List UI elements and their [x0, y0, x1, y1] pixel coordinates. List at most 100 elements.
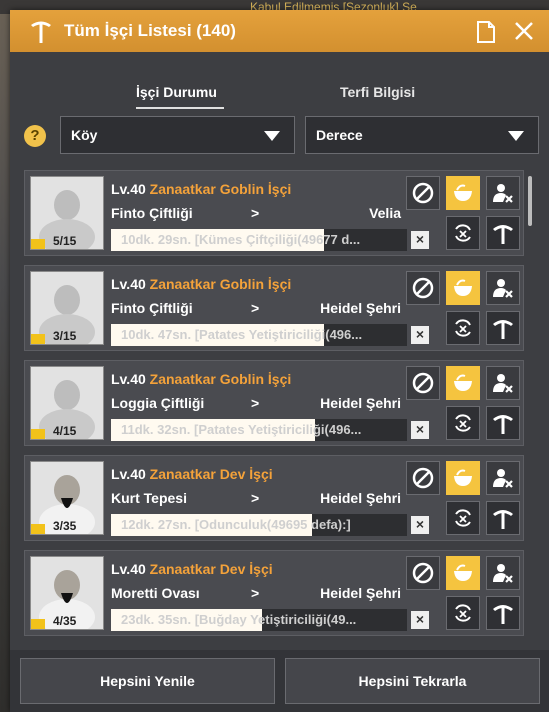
grade-dropdown-label: Derece: [316, 127, 363, 143]
worker-destination: Velia: [369, 205, 401, 221]
chevron-down-icon: [264, 131, 280, 141]
cancel-circle-icon[interactable]: [406, 271, 440, 305]
task-text: 23dk. 35sn. [Buğday Yetiştiriciliği(49..…: [121, 612, 357, 627]
route-arrow: >: [251, 490, 260, 506]
cancel-circle-icon[interactable]: [406, 366, 440, 400]
cancel-circle-icon[interactable]: [406, 176, 440, 210]
worker-origin: Finto Çiftliği: [111, 300, 193, 316]
chevron-down-icon: [508, 131, 524, 141]
worker-type: Zanaatkar Dev İşçi: [149, 466, 273, 482]
tab-worker-status[interactable]: İşçi Durumu: [136, 84, 217, 100]
pickaxe-icon[interactable]: [486, 596, 520, 630]
food-bowl-icon[interactable]: [446, 176, 480, 210]
worker-level-line: Lv.40 Zanaatkar Dev İşçi: [111, 466, 273, 482]
repeat-icon[interactable]: [446, 501, 480, 535]
footer: Hepsini Yenile Hepsini Tekrarla: [10, 650, 549, 712]
task-progress-bar: 10dk. 47sn. [Patates Yetiştiriciliği(496…: [111, 324, 407, 346]
worker-stamina-count: 3/35: [53, 519, 77, 533]
worker-level: Lv.40: [111, 276, 150, 292]
route-arrow: >: [251, 300, 260, 316]
task-text: 10dk. 47sn. [Patates Yetiştiriciliği(496…: [121, 327, 363, 342]
worker-portrait: 5/15: [30, 176, 104, 250]
worker-grade-mark: [31, 429, 45, 439]
worker-type: Zanaatkar Dev İşçi: [149, 561, 273, 577]
task-text: 11dk. 32sn. [Patates Yetiştiriciliği(496…: [121, 422, 362, 437]
worker-portrait: 3/35: [30, 461, 104, 535]
worker-destination: Heidel Şehri: [320, 490, 401, 506]
worker-level: Lv.40: [111, 561, 150, 577]
title-bar[interactable]: Tüm İşçi Listesi (140): [10, 10, 549, 52]
worker-level-line: Lv.40 Zanaatkar Goblin İşçi: [111, 371, 291, 387]
route-arrow: >: [251, 205, 260, 221]
cancel-task-button[interactable]: ×: [411, 326, 429, 344]
worker-card[interactable]: 3/35 Lv.40 Zanaatkar Dev İşçi Kurt Tepes…: [24, 455, 524, 541]
cancel-circle-icon[interactable]: [406, 556, 440, 590]
worker-pickaxe-icon: [31, 21, 51, 43]
refresh-all-button[interactable]: Hepsini Yenile: [20, 658, 275, 704]
worker-origin: Kurt Tepesi: [111, 490, 187, 506]
dismiss-worker-icon[interactable]: [486, 556, 520, 590]
cancel-task-button[interactable]: ×: [411, 611, 429, 629]
worker-level-line: Lv.40 Zanaatkar Dev İşçi: [111, 561, 273, 577]
worker-stamina-count: 4/35: [53, 614, 77, 628]
worker-card[interactable]: 4/15 Lv.40 Zanaatkar Goblin İşçi Loggia …: [24, 360, 524, 446]
repeat-icon[interactable]: [446, 596, 480, 630]
repeat-all-button[interactable]: Hepsini Tekrarla: [285, 658, 540, 704]
dismiss-worker-icon[interactable]: [486, 176, 520, 210]
dismiss-worker-icon[interactable]: [486, 271, 520, 305]
food-bowl-icon[interactable]: [446, 271, 480, 305]
worker-level-line: Lv.40 Zanaatkar Goblin İşçi: [111, 181, 291, 197]
repeat-icon[interactable]: [446, 216, 480, 250]
worker-level: Lv.40: [111, 371, 150, 387]
tab-promotion-info[interactable]: Terfi Bilgisi: [340, 84, 415, 100]
worker-level-line: Lv.40 Zanaatkar Goblin İşçi: [111, 276, 291, 292]
cancel-task-button[interactable]: ×: [411, 516, 429, 534]
task-text: 12dk. 27sn. [Odunculuk(49695 defa):]: [121, 517, 351, 532]
grade-dropdown[interactable]: Derece: [305, 116, 539, 154]
food-bowl-icon[interactable]: [446, 461, 480, 495]
route-arrow: >: [251, 585, 260, 601]
repeat-icon[interactable]: [446, 311, 480, 345]
village-dropdown-label: Köy: [71, 127, 98, 143]
document-icon[interactable]: [476, 21, 496, 43]
village-dropdown[interactable]: Köy: [60, 116, 295, 154]
dismiss-worker-icon[interactable]: [486, 366, 520, 400]
worker-card[interactable]: 4/35 Lv.40 Zanaatkar Dev İşçi Moretti Ov…: [24, 550, 524, 636]
dismiss-worker-icon[interactable]: [486, 461, 520, 495]
help-icon[interactable]: ?: [24, 125, 46, 147]
repeat-icon[interactable]: [446, 406, 480, 440]
worker-origin: Moretti Ovası: [111, 585, 200, 601]
worker-grade-mark: [31, 619, 45, 629]
cancel-circle-icon[interactable]: [406, 461, 440, 495]
worker-type: Zanaatkar Goblin İşçi: [149, 181, 292, 197]
cancel-task-button[interactable]: ×: [411, 421, 429, 439]
worker-card[interactable]: 3/15 Lv.40 Zanaatkar Goblin İşçi Finto Ç…: [24, 265, 524, 351]
food-bowl-icon[interactable]: [446, 366, 480, 400]
pickaxe-icon[interactable]: [486, 501, 520, 535]
scrollbar[interactable]: [528, 176, 532, 226]
worker-level: Lv.40: [111, 181, 150, 197]
worker-stamina-count: 5/15: [53, 234, 77, 248]
worker-card[interactable]: 5/15 Lv.40 Zanaatkar Goblin İşçi Finto Ç…: [24, 170, 524, 256]
pickaxe-icon[interactable]: [486, 216, 520, 250]
cancel-task-button[interactable]: ×: [411, 231, 429, 249]
worker-type: Zanaatkar Goblin İşçi: [149, 371, 292, 387]
worker-level: Lv.40: [111, 466, 150, 482]
worker-destination: Heidel Şehri: [320, 585, 401, 601]
worker-stamina-count: 4/15: [53, 424, 77, 438]
close-icon[interactable]: [513, 20, 535, 42]
pickaxe-icon[interactable]: [486, 406, 520, 440]
worker-type: Zanaatkar Goblin İşçi: [149, 276, 292, 292]
task-progress-bar: 10dk. 29sn. [Kümes Çiftçiliği(49677 d...: [111, 229, 407, 251]
food-bowl-icon[interactable]: [446, 556, 480, 590]
worker-grade-mark: [31, 334, 45, 344]
task-progress-bar: 12dk. 27sn. [Odunculuk(49695 defa):]: [111, 514, 407, 536]
worker-origin: Loggia Çiftliği: [111, 395, 205, 411]
task-progress-bar: 11dk. 32sn. [Patates Yetiştiriciliği(496…: [111, 419, 407, 441]
worker-stamina-count: 3/15: [53, 329, 77, 343]
worker-list: 5/15 Lv.40 Zanaatkar Goblin İşçi Finto Ç…: [24, 170, 536, 642]
task-progress-bar: 23dk. 35sn. [Buğday Yetiştiriciliği(49..…: [111, 609, 407, 631]
window-title: Tüm İşçi Listesi (140): [64, 21, 236, 40]
pickaxe-icon[interactable]: [486, 311, 520, 345]
worker-list-window: Tüm İşçi Listesi (140) İşçi Durumu Terfi…: [10, 10, 549, 712]
